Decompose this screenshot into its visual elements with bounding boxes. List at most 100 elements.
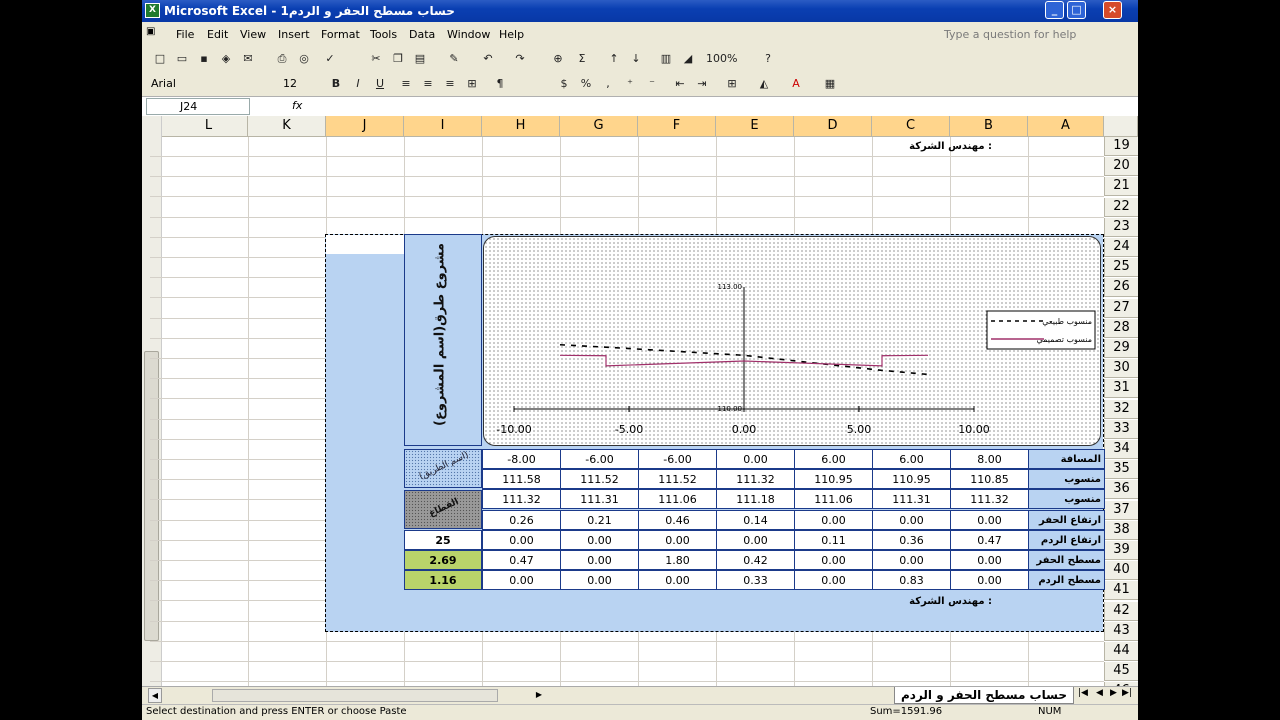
- merge-center-icon[interactable]: ⊞: [464, 76, 480, 92]
- help-icon[interactable]: ?: [760, 51, 776, 67]
- row-header[interactable]: 22: [1104, 197, 1138, 217]
- decrease-decimal-icon[interactable]: ⁻: [644, 76, 660, 92]
- table-cell[interactable]: 111.06: [794, 489, 873, 510]
- table-cell[interactable]: 0.36: [872, 529, 951, 550]
- row-header[interactable]: 34: [1104, 440, 1138, 459]
- table-cell[interactable]: 0.00: [482, 570, 561, 591]
- sheet-tab[interactable]: حساب مسطح الحفر و الردم: [894, 687, 1074, 704]
- table-cell[interactable]: 0.46: [638, 509, 717, 530]
- table-cell[interactable]: 110.95: [872, 469, 951, 490]
- menu-help[interactable]: Help: [499, 28, 524, 41]
- zoom-box[interactable]: 100%: [706, 51, 746, 67]
- ask-question-box[interactable]: Type a question for help: [944, 28, 1076, 41]
- table-cell[interactable]: 0.00: [716, 449, 795, 469]
- menu-tools[interactable]: Tools: [370, 28, 397, 41]
- row-header[interactable]: 26: [1104, 278, 1138, 298]
- table-cell[interactable]: -6.00: [560, 449, 639, 469]
- table-cell[interactable]: 111.58: [482, 469, 561, 490]
- borders-icon[interactable]: ⊞: [724, 76, 740, 92]
- row-header[interactable]: 35: [1104, 460, 1138, 480]
- row-header[interactable]: 38: [1104, 520, 1138, 540]
- fx-icon[interactable]: fx: [292, 99, 302, 112]
- table-cell[interactable]: 0.14: [716, 509, 795, 530]
- underline-icon[interactable]: U: [372, 76, 388, 92]
- increase-decimal-icon[interactable]: ⁺: [622, 76, 638, 92]
- row-header[interactable]: 31: [1104, 379, 1138, 399]
- table-cell[interactable]: 110.95: [794, 469, 873, 490]
- row-header[interactable]: 39: [1104, 541, 1138, 560]
- table-cell[interactable]: 0.00: [872, 550, 951, 570]
- menu-format[interactable]: Format: [321, 28, 360, 41]
- row-header[interactable]: 45: [1104, 662, 1138, 682]
- table-cell[interactable]: 111.32: [716, 469, 795, 490]
- table-cell[interactable]: 111.18: [716, 489, 795, 510]
- font-name-box[interactable]: Arial: [148, 75, 270, 94]
- table-cell[interactable]: 111.31: [872, 489, 951, 510]
- permission-icon[interactable]: ◈: [218, 51, 234, 67]
- row-header[interactable]: 36: [1104, 480, 1138, 500]
- font-size-box[interactable]: 12: [280, 75, 316, 94]
- print-icon[interactable]: ⎙: [274, 51, 290, 67]
- row-header[interactable]: 40: [1104, 561, 1138, 581]
- cross-section-chart[interactable]: -10.00 -5.00 0.00 5.00 10.00 113.00 110.00 منسو…: [483, 236, 1101, 446]
- table-cell[interactable]: 0.00: [560, 550, 639, 570]
- col-header-h[interactable]: H: [482, 116, 560, 137]
- save-icon[interactable]: ▪: [196, 51, 212, 67]
- row-header[interactable]: 24: [1104, 238, 1138, 257]
- maximize-button[interactable]: □: [1067, 1, 1086, 19]
- horizontal-scroll-thumb[interactable]: [212, 689, 498, 702]
- new-icon[interactable]: □: [152, 51, 168, 67]
- table-cell[interactable]: 0.83: [872, 570, 951, 591]
- col-header-l[interactable]: L: [170, 116, 248, 137]
- scroll-left-arrow[interactable]: ◀: [148, 688, 162, 703]
- col-header-j[interactable]: J: [326, 116, 404, 137]
- table-cell[interactable]: 0.00: [872, 509, 951, 530]
- comma-icon[interactable]: ,: [600, 76, 616, 92]
- total-fill-area[interactable]: 1.16: [404, 570, 482, 590]
- table-cell[interactable]: 0.00: [638, 529, 717, 550]
- row-header[interactable]: 29: [1104, 339, 1138, 358]
- minimize-button[interactable]: _: [1045, 1, 1064, 19]
- col-header-b[interactable]: B: [950, 116, 1028, 137]
- scroll-right-arrow[interactable]: ▶: [532, 688, 546, 703]
- active-cell-j24[interactable]: [326, 235, 404, 254]
- table-cell[interactable]: 111.32: [482, 489, 561, 510]
- menu-window[interactable]: Window: [447, 28, 490, 41]
- table-cell[interactable]: 0.00: [950, 570, 1029, 591]
- row-header[interactable]: 27: [1104, 298, 1138, 318]
- table-cell[interactable]: -8.00: [482, 449, 561, 469]
- email-icon[interactable]: ✉: [240, 51, 256, 67]
- copy-icon[interactable]: ❐: [390, 51, 406, 67]
- row-header[interactable]: 20: [1104, 157, 1138, 177]
- col-header-f[interactable]: F: [638, 116, 716, 137]
- workbook-icon[interactable]: ▣: [146, 26, 155, 37]
- print-preview-icon[interactable]: ◎: [296, 51, 312, 67]
- table-cell[interactable]: 0.00: [482, 529, 561, 550]
- percent-icon[interactable]: %: [578, 76, 594, 92]
- redo-icon[interactable]: ↷: [512, 51, 528, 67]
- col-header-d[interactable]: D: [794, 116, 872, 137]
- col-header-k[interactable]: K: [248, 116, 326, 137]
- spelling-icon[interactable]: ✓: [322, 51, 338, 67]
- paste-icon[interactable]: ▤: [412, 51, 428, 67]
- tab-prev-icon[interactable]: ◀: [1096, 688, 1103, 698]
- select-all-corner[interactable]: [1104, 116, 1138, 137]
- align-right-icon[interactable]: ≡: [442, 76, 458, 92]
- scroll-thumb[interactable]: [144, 351, 159, 641]
- table-cell[interactable]: 0.00: [560, 570, 639, 591]
- hyperlink-icon[interactable]: ⊕: [550, 51, 566, 67]
- table-cell[interactable]: 0.47: [482, 550, 561, 570]
- row-header[interactable]: 44: [1104, 642, 1138, 661]
- sort-descending-icon[interactable]: ↓: [628, 51, 644, 67]
- row-header[interactable]: 42: [1104, 601, 1138, 621]
- table-cell[interactable]: 0.00: [950, 550, 1029, 570]
- open-icon[interactable]: ▭: [174, 51, 190, 67]
- table-cell[interactable]: 0.00: [560, 529, 639, 550]
- row-header[interactable]: 23: [1104, 217, 1138, 237]
- currency-icon[interactable]: $: [556, 76, 572, 92]
- table-cell[interactable]: 8.00: [950, 449, 1029, 469]
- table-cell[interactable]: 1.80: [638, 550, 717, 570]
- table-cell[interactable]: 111.32: [950, 489, 1029, 510]
- col-header-i[interactable]: I: [404, 116, 482, 137]
- tab-last-icon[interactable]: ▶|: [1122, 688, 1132, 698]
